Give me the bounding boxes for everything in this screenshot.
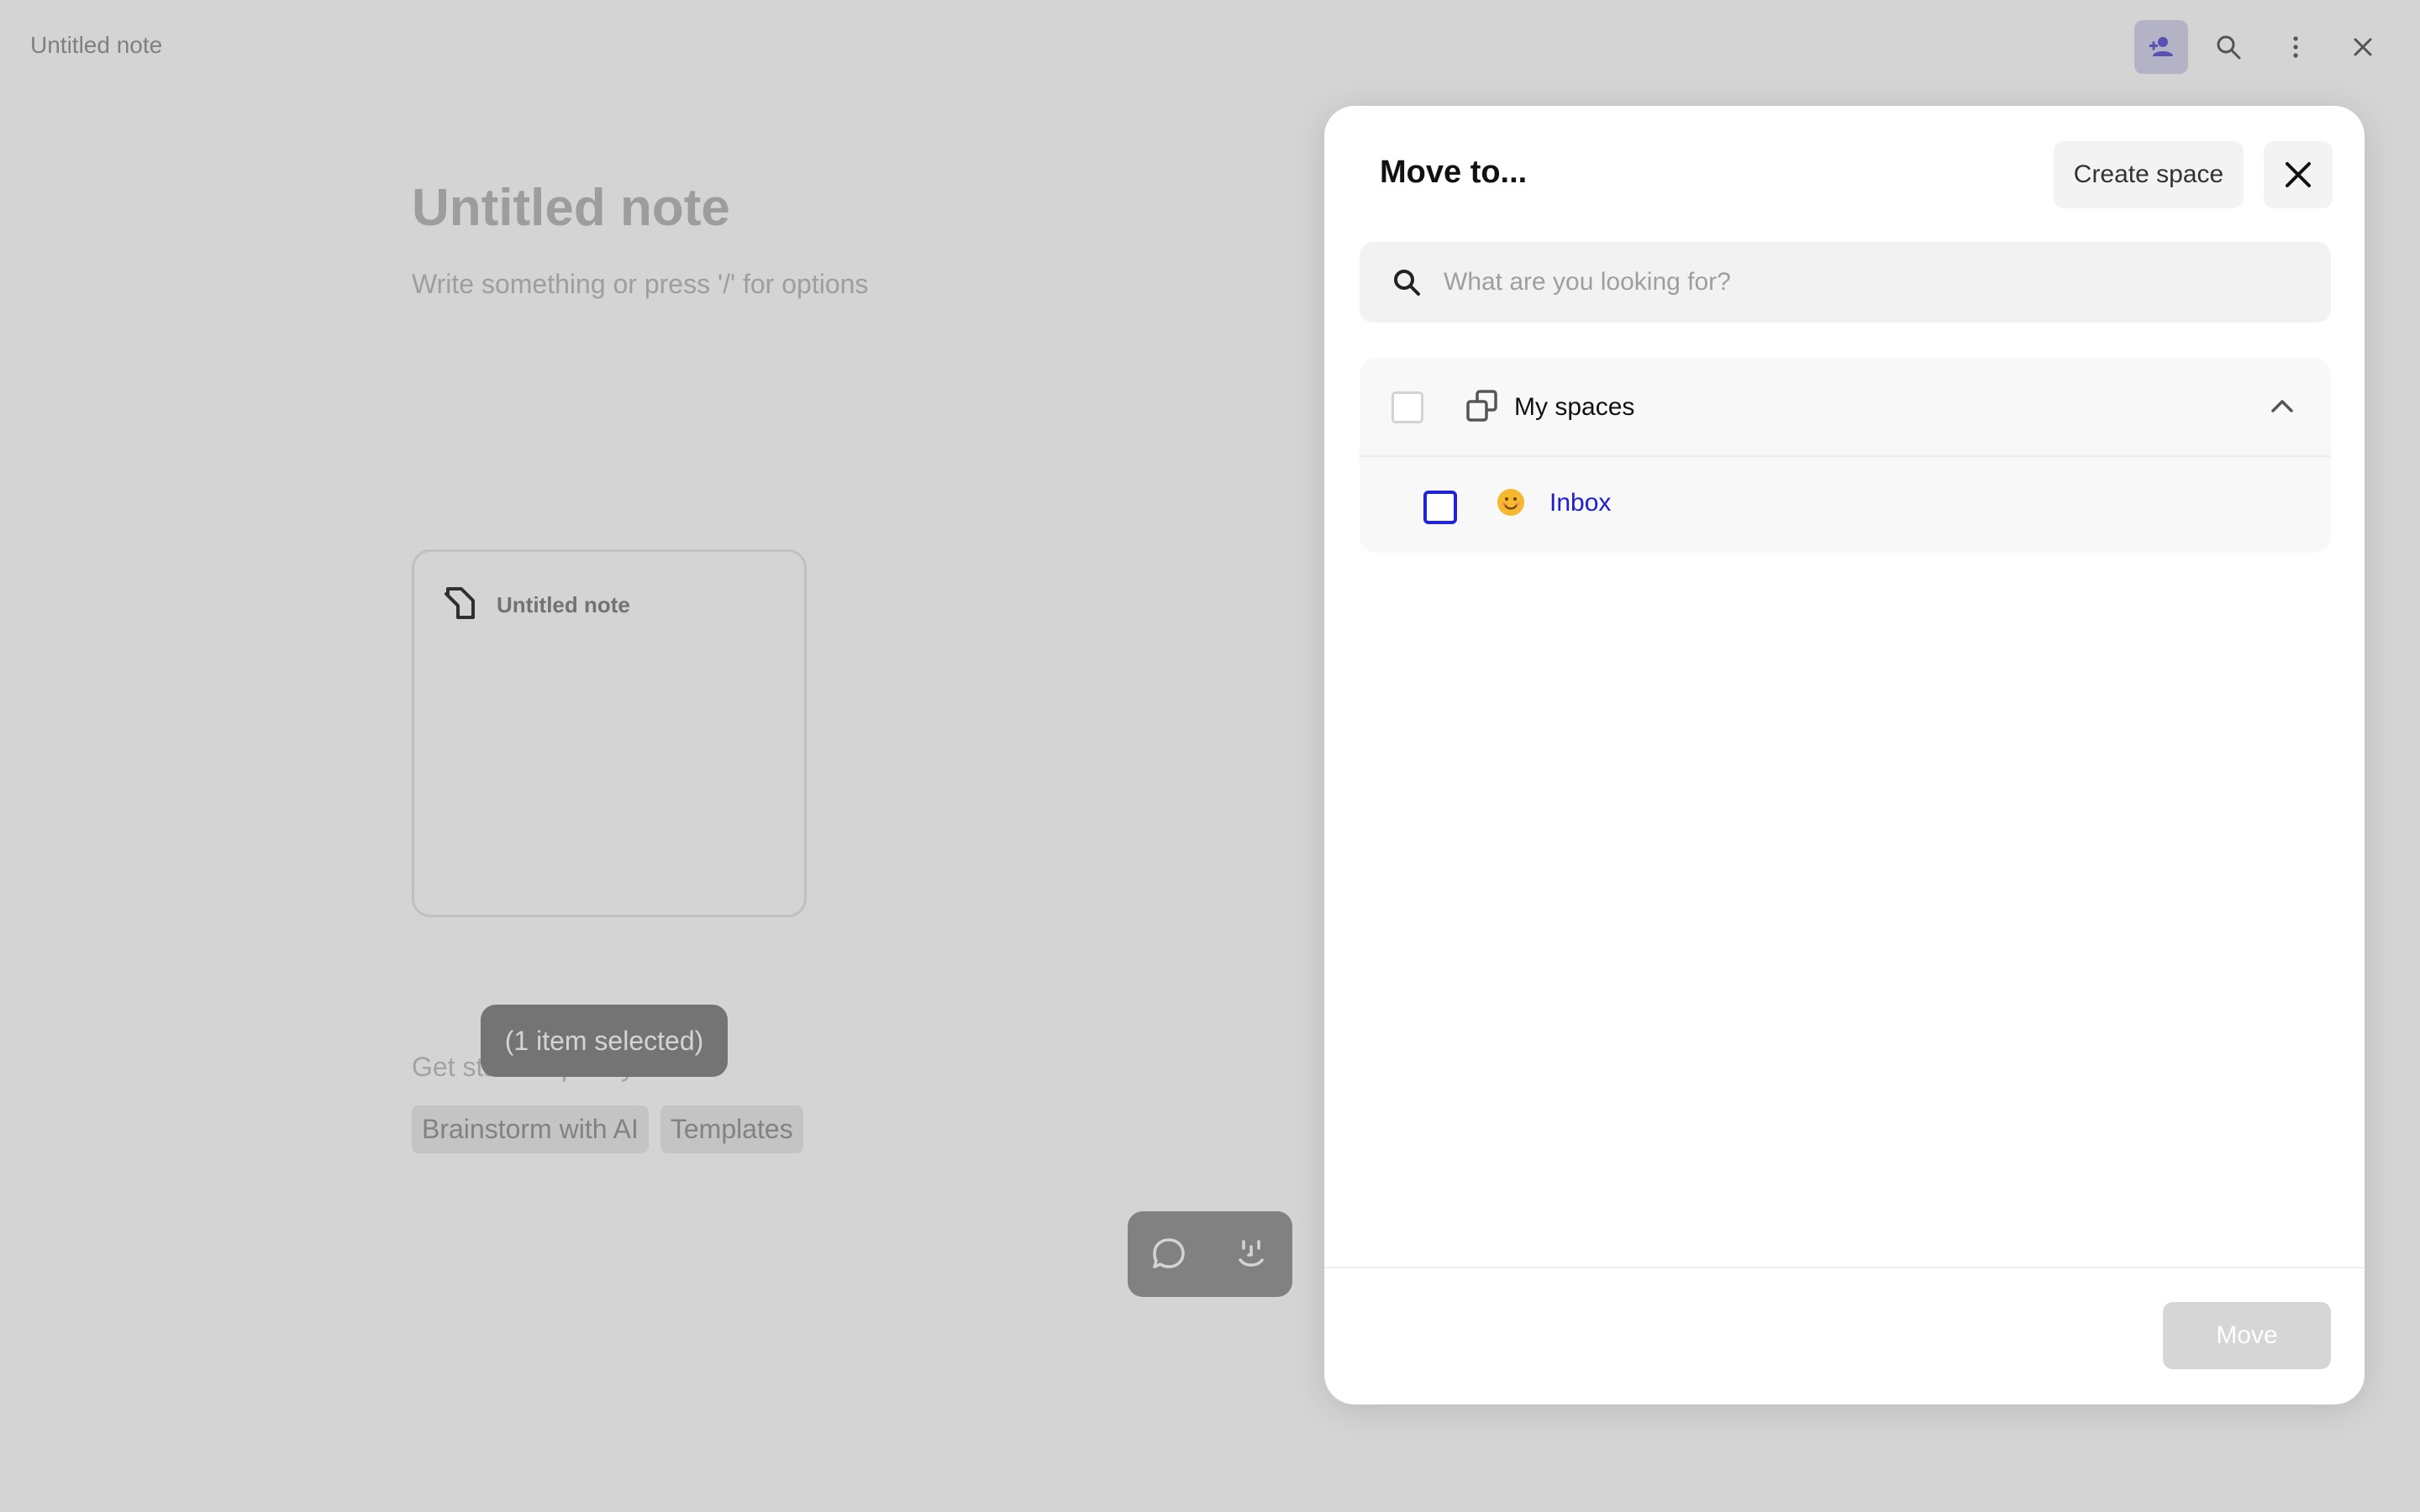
move-to-dialog: Move to... Create space What are you loo… <box>1324 106 2365 1404</box>
my-spaces-checkbox[interactable] <box>1392 391 1423 423</box>
space-search-box[interactable] <box>1360 242 2331 323</box>
app-window: Untitled note Untitled note Write someth… <box>0 0 2420 1512</box>
smiley-emoji-icon <box>1497 489 1524 516</box>
space-item-inbox[interactable]: Inbox <box>1360 457 2331 553</box>
move-button[interactable]: Move <box>2163 1302 2331 1369</box>
inbox-label: Inbox <box>1549 489 1612 517</box>
create-space-button[interactable]: Create space <box>2054 141 2244 208</box>
dialog-title: Move to... <box>1380 155 1528 190</box>
inbox-checkbox[interactable] <box>1423 491 1457 524</box>
dialog-close-button[interactable] <box>2264 141 2333 208</box>
chevron-up-icon[interactable] <box>2267 391 2297 422</box>
space-search-input[interactable] <box>1442 267 2286 297</box>
close-icon <box>2286 162 2311 187</box>
space-tree: My spaces Inbox <box>1360 358 2331 553</box>
space-group-my-spaces[interactable]: My spaces <box>1360 358 2331 457</box>
spaces-stack-icon <box>1466 390 1497 422</box>
my-spaces-label: My spaces <box>1514 393 1635 421</box>
search-icon <box>1392 267 1422 297</box>
dialog-footer-divider <box>1324 1267 2365 1268</box>
